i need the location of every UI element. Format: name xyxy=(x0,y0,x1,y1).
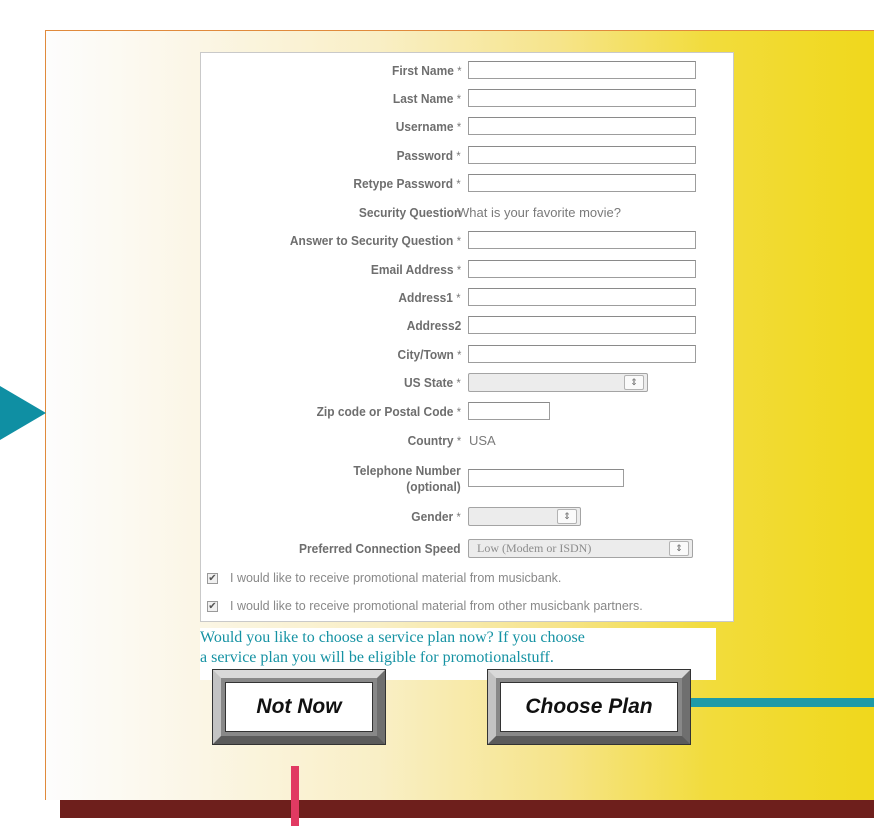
password-field[interactable] xyxy=(468,146,696,164)
address2-field[interactable] xyxy=(468,316,696,334)
prompt-line-2: a service plan you will be eligible for … xyxy=(200,649,554,666)
city-label: City/Town * xyxy=(397,347,461,362)
pointer-arrow-icon xyxy=(0,386,46,440)
first-name-label: First Name * xyxy=(391,63,461,78)
email-label: Email Address * xyxy=(370,262,461,277)
row-security-answer: Answer to Security Question * xyxy=(201,230,735,252)
select-arrows-icon: ⇕ xyxy=(669,541,689,556)
security-answer-label: Answer to Security Question * xyxy=(289,233,461,248)
choose-plan-button[interactable]: Choose Plan xyxy=(487,669,691,745)
gender-label: Gender * xyxy=(411,509,461,524)
last-name-label: Last Name * xyxy=(392,91,461,106)
retype-password-field[interactable] xyxy=(468,174,696,192)
row-us-state: US State * ⇕ xyxy=(201,372,735,394)
security-question-value: What is your favorite movie? xyxy=(457,205,622,220)
security-answer-field[interactable] xyxy=(468,231,696,249)
country-label: Country * xyxy=(407,433,461,448)
username-label: Username * xyxy=(395,119,461,134)
promo-partners-checkbox[interactable]: ✔ xyxy=(207,601,218,612)
telephone-label: Telephone Number (optional) xyxy=(353,463,461,494)
select-arrows-icon: ⇕ xyxy=(624,375,644,390)
promo-partners-label: I would like to receive promotional mate… xyxy=(230,599,643,613)
registration-form: First Name * Last Name * Username * Pass… xyxy=(200,52,734,622)
row-address2: Address2 xyxy=(201,315,735,337)
promo-musicbank-label: I would like to receive promotional mate… xyxy=(230,571,562,585)
city-field[interactable] xyxy=(468,345,696,363)
address1-field[interactable] xyxy=(468,288,696,306)
row-security-question: Security Question What is your favorite … xyxy=(201,202,735,224)
country-value: USA xyxy=(469,433,496,448)
row-email: Email Address * xyxy=(201,259,735,281)
retype-password-label: Retype Password * xyxy=(353,176,461,191)
row-first-name: First Name * xyxy=(201,60,735,82)
username-field[interactable] xyxy=(468,117,696,135)
email-field[interactable] xyxy=(468,260,696,278)
zip-label: Zip code or Postal Code * xyxy=(316,404,461,419)
choose-plan-label: Choose Plan xyxy=(500,682,678,732)
promo-musicbank-checkbox[interactable]: ✔ xyxy=(207,573,218,584)
row-gender: Gender * ⇕ xyxy=(201,506,735,528)
row-connection-speed: Preferred Connection Speed Low (Modem or… xyxy=(201,538,735,560)
zip-field[interactable] xyxy=(468,402,550,420)
address1-label: Address1 * xyxy=(398,290,461,305)
row-telephone: Telephone Number (optional) xyxy=(201,463,735,494)
panel-shadow xyxy=(60,800,874,818)
row-password: Password * xyxy=(201,145,735,167)
connection-speed-label: Preferred Connection Speed xyxy=(299,541,461,556)
row-country: Country * USA xyxy=(201,430,735,452)
row-username: Username * xyxy=(201,116,735,138)
row-zip: Zip code or Postal Code * xyxy=(201,401,735,423)
flow-connector-down xyxy=(291,766,299,826)
row-retype-password: Retype Password * xyxy=(201,173,735,195)
not-now-button[interactable]: Not Now xyxy=(212,669,386,745)
not-now-label: Not Now xyxy=(225,682,373,732)
row-city: City/Town * xyxy=(201,344,735,366)
row-last-name: Last Name * xyxy=(201,88,735,110)
row-address1: Address1 * xyxy=(201,287,735,309)
select-arrows-icon: ⇕ xyxy=(557,509,577,524)
checkbox-row-partners: ✔ I would like to receive promotional ma… xyxy=(204,599,735,617)
connection-speed-value: Low (Modem or ISDN) xyxy=(477,541,592,555)
us-state-select[interactable]: ⇕ xyxy=(468,373,648,392)
telephone-field[interactable] xyxy=(468,469,624,487)
last-name-field[interactable] xyxy=(468,89,696,107)
us-state-label: US State * xyxy=(404,375,461,390)
security-question-label: Security Question xyxy=(358,205,461,220)
gender-select[interactable]: ⇕ xyxy=(468,507,581,526)
password-label: Password * xyxy=(396,148,461,163)
connection-speed-select[interactable]: Low (Modem or ISDN) ⇕ xyxy=(468,539,693,558)
flow-connector-right xyxy=(690,698,874,707)
checkbox-row-musicbank: ✔ I would like to receive promotional ma… xyxy=(204,571,735,589)
first-name-field[interactable] xyxy=(468,61,696,79)
address2-label: Address2 xyxy=(406,318,461,333)
prompt-line-1: Would you like to choose a service plan … xyxy=(200,629,585,646)
